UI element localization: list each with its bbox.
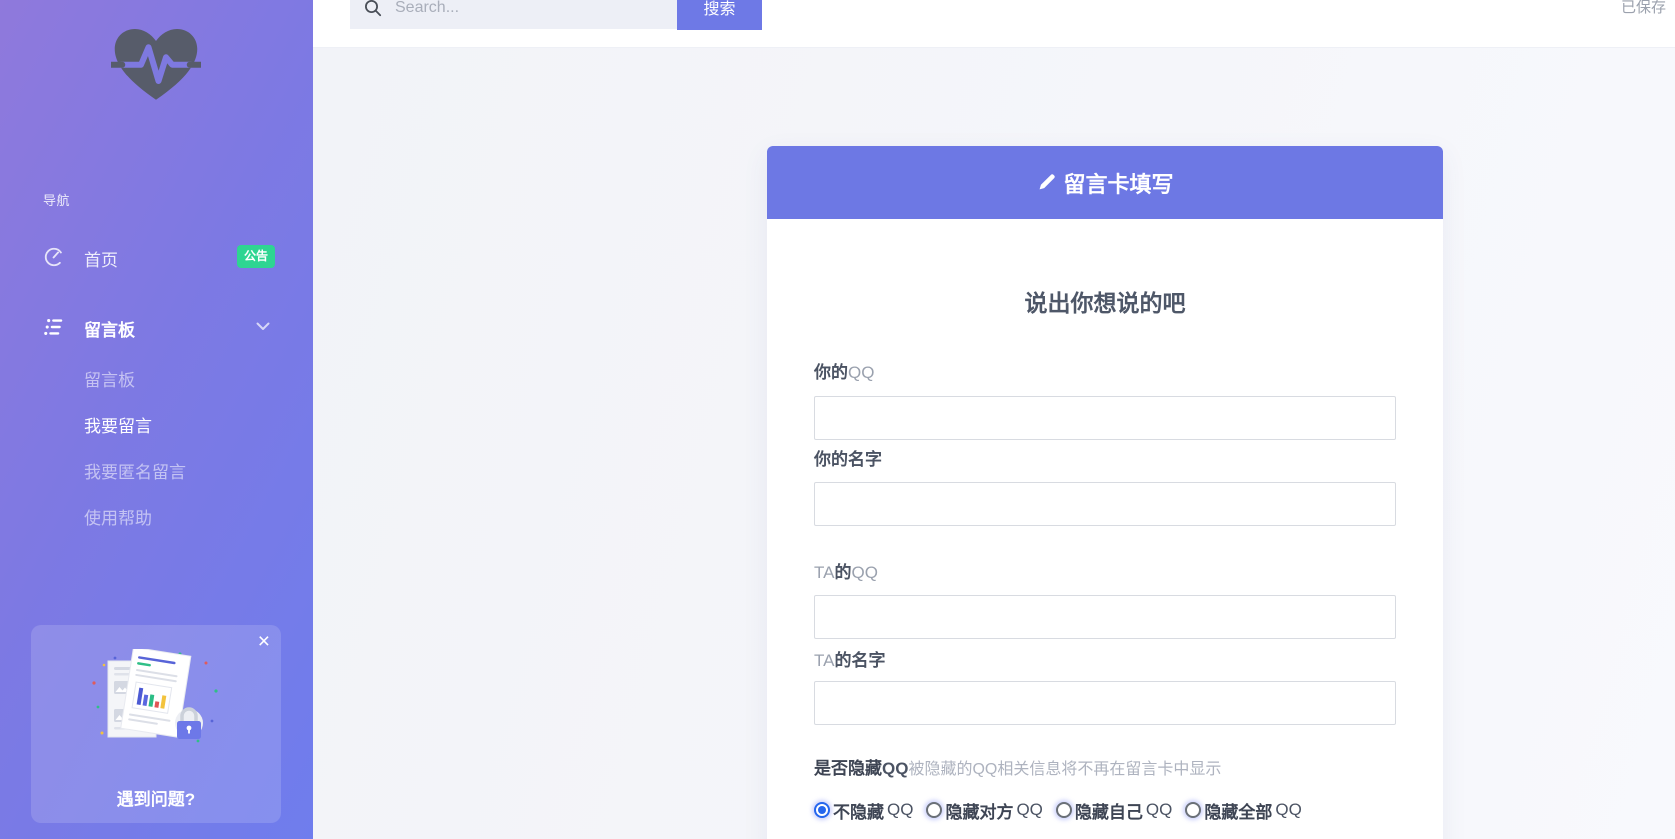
sidebar: 导航 首页 公告 留言板 留言板 我要留言 我要匿名留言 使用帮助 ×	[0, 0, 313, 839]
message-card-form: 留言卡填写 说出你想说的吧 你的QQ 你的名字 TA的QQ TA的名字	[767, 146, 1443, 839]
ta-qq-input[interactable]	[814, 595, 1396, 639]
hide-qq-note: 被隐藏的QQ相关信息将不再在留言卡中显示	[908, 761, 1221, 778]
sidebar-item-board[interactable]: 留言板	[0, 314, 313, 342]
search-input[interactable]	[383, 0, 677, 29]
field-group-your-qq: 你的QQ	[814, 362, 1396, 440]
sidebar-item-home-label: 首页	[84, 246, 118, 271]
your-qq-input[interactable]	[814, 396, 1396, 440]
search-box	[350, 0, 677, 29]
promo-title: 遇到问题?	[31, 785, 281, 810]
sidebar-subitem-help[interactable]: 使用帮助	[84, 508, 284, 530]
topbar: 搜索 已保存	[313, 0, 1675, 48]
radio-icon[interactable]	[926, 802, 942, 818]
field-label-your-name: 你的名字	[814, 449, 1396, 471]
documents-lock-illustration	[88, 649, 224, 759]
announcement-badge: 公告	[237, 245, 275, 268]
card-header: 留言卡填写	[767, 146, 1443, 219]
sidebar-subitem-anonymous-message[interactable]: 我要匿名留言	[84, 462, 284, 484]
list-icon	[43, 316, 65, 338]
speedometer-icon	[43, 246, 65, 268]
heartbeat-icon	[111, 26, 201, 106]
pencil-icon	[1036, 172, 1057, 193]
hide-qq-radio-group: 不隐藏QQ 隐藏对方QQ 隐藏自己QQ 隐藏全部QQ	[814, 798, 1396, 822]
field-label-your-qq: 你的QQ	[814, 362, 1396, 384]
main-content: 留言卡填写 说出你想说的吧 你的QQ 你的名字 TA的QQ TA的名字	[313, 48, 1675, 839]
search-icon	[363, 0, 383, 18]
page-root: 导航 首页 公告 留言板 留言板 我要留言 我要匿名留言 使用帮助 ×	[0, 0, 1675, 839]
sidebar-subitem-leave-message[interactable]: 我要留言	[84, 416, 284, 438]
sidebar-item-board-label: 留言板	[84, 316, 135, 341]
radio-option-hide-self[interactable]: 隐藏自己QQ	[1056, 798, 1172, 823]
radio-option-no-hide[interactable]: 不隐藏QQ	[814, 798, 913, 823]
help-promo-card: ×	[31, 625, 281, 823]
radio-option-hide-other[interactable]: 隐藏对方QQ	[926, 798, 1042, 823]
card-title: 留言卡填写	[1063, 167, 1173, 199]
radio-option-hide-all[interactable]: 隐藏全部QQ	[1185, 798, 1301, 823]
field-group-ta-qq: TA的QQ	[814, 562, 1396, 639]
radio-icon[interactable]	[1185, 802, 1201, 818]
close-icon[interactable]: ×	[258, 631, 270, 652]
chevron-down-icon	[256, 322, 270, 331]
field-label-ta-qq: TA的QQ	[814, 562, 1396, 584]
your-name-input[interactable]	[814, 482, 1396, 526]
radio-icon[interactable]	[814, 802, 830, 818]
sidebar-item-home[interactable]: 首页 公告	[0, 244, 313, 272]
save-status-text: 已保存	[1621, 0, 1666, 17]
form-heading: 说出你想说的吧	[814, 288, 1396, 318]
app-logo[interactable]	[111, 26, 201, 106]
sidebar-subitem-board[interactable]: 留言板	[84, 370, 284, 392]
field-label-ta-name: TA的名字	[814, 650, 1396, 672]
hide-qq-label-row: 是否隐藏QQ被隐藏的QQ相关信息将不再在留言卡中显示	[814, 758, 1396, 780]
field-group-your-name: 你的名字	[814, 449, 1396, 526]
radio-icon[interactable]	[1056, 802, 1072, 818]
field-group-ta-name: TA的名字	[814, 650, 1396, 725]
search-button[interactable]: 搜索	[677, 0, 762, 30]
card-body: 说出你想说的吧 你的QQ 你的名字 TA的QQ TA的名字 是	[767, 219, 1443, 822]
ta-name-input[interactable]	[814, 681, 1396, 725]
nav-section-label: 导航	[43, 190, 70, 209]
